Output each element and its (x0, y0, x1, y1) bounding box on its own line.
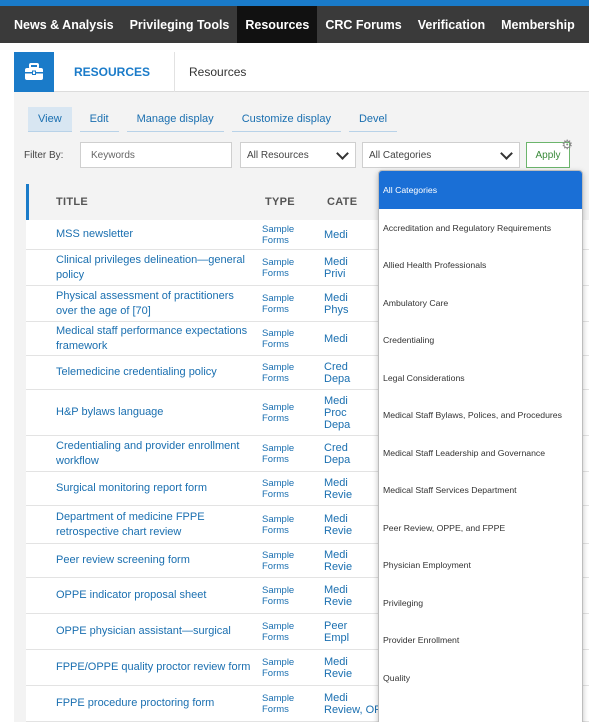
dropdown-option[interactable]: Ambulatory Care (379, 284, 582, 322)
tab-customize-display[interactable]: Customize display (231, 107, 341, 132)
row-type-link[interactable]: Sample Forms (262, 224, 324, 246)
resources-select-value: All Resources (247, 149, 309, 161)
tab-edit[interactable]: Edit (79, 107, 119, 132)
chevron-down-icon (336, 146, 349, 160)
row-type-link[interactable]: Sample Forms (262, 478, 324, 500)
row-title-link[interactable]: FPPE procedure proctoring form (26, 696, 262, 711)
category-dropdown: All Categories Accreditation and Regulato… (378, 170, 583, 722)
row-type-link[interactable]: Sample Forms (262, 657, 324, 679)
row-title-link[interactable]: OPPE indicator proposal sheet (26, 588, 262, 603)
row-type-link[interactable]: Sample Forms (262, 328, 324, 350)
keywords-placeholder: Keywords (91, 149, 135, 161)
dropdown-option[interactable]: Provider Enrollment (379, 622, 582, 660)
row-type-link[interactable]: Sample Forms (262, 550, 324, 572)
row-type-link[interactable]: Sample Forms (262, 402, 324, 424)
row-type-link[interactable]: Sample Forms (262, 362, 324, 384)
row-title-link[interactable]: Department of medicine FPPE retrospectiv… (26, 510, 262, 540)
keywords-input[interactable]: Keywords (80, 142, 232, 168)
chevron-down-icon (500, 146, 513, 160)
gear-icon[interactable]: ⚙ (561, 137, 573, 153)
nav-crc-forums[interactable]: CRC Forums (317, 6, 409, 43)
row-title-link[interactable]: FPPE/OPPE quality proctor review form (26, 660, 262, 675)
dropdown-option[interactable]: Quality (379, 659, 582, 697)
nav-verification[interactable]: Verification (410, 6, 493, 43)
row-title-link[interactable]: Credentialing and provider enrollment wo… (26, 439, 262, 469)
dropdown-option[interactable]: Peer Review, OPPE, and FPPE (379, 509, 582, 547)
nav-privileging-tools[interactable]: Privileging Tools (122, 6, 238, 43)
dropdown-option[interactable]: All Categories (379, 171, 582, 209)
resources-select[interactable]: All Resources (240, 142, 356, 168)
row-title-link[interactable]: Medical staff performance expectations f… (26, 324, 262, 354)
tab-manage-display[interactable]: Manage display (126, 107, 224, 132)
row-title-link[interactable]: H&P bylaws language (26, 405, 262, 420)
row-type-link[interactable]: Sample Forms (262, 585, 324, 607)
row-title-link[interactable]: OPPE physician assistant—surgical (26, 624, 262, 639)
row-title-link[interactable]: Peer review screening form (26, 553, 262, 568)
column-header-category[interactable]: CATE (327, 196, 357, 208)
row-type-link[interactable]: Sample Forms (262, 514, 324, 536)
row-title-link[interactable]: Clinical privileges delineation—general … (26, 253, 262, 283)
row-type-link[interactable]: Sample Forms (262, 257, 324, 279)
row-type-link[interactable]: Sample Forms (262, 293, 324, 315)
tab-devel[interactable]: Devel (348, 107, 398, 132)
dropdown-option[interactable]: Medical Staff Services Department (379, 472, 582, 510)
apply-button[interactable]: Apply ⚙ (526, 137, 573, 168)
top-nav: News & Analysis Privileging Tools Resour… (0, 0, 589, 43)
dropdown-option[interactable]: Physician Employment (379, 547, 582, 585)
dropdown-option[interactable]: Legal Considerations (379, 359, 582, 397)
categories-select-value: All Categories (369, 149, 432, 161)
nav-resources[interactable]: Resources (237, 6, 318, 43)
filter-label: Filter By: (24, 149, 64, 161)
dropdown-option[interactable]: Privileging (379, 584, 582, 622)
row-type-link[interactable]: Sample Forms (262, 443, 324, 465)
resource-header: RESOURCES Resources (14, 51, 589, 92)
view-tabs: View Edit Manage display Customize displ… (28, 107, 398, 132)
column-header-title[interactable]: TITLE (29, 196, 265, 208)
briefcase-icon (14, 51, 54, 92)
row-type-link[interactable]: Sample Forms (262, 693, 324, 715)
filter-bar: Filter By: Keywords All Resources All Ca… (14, 137, 589, 172)
breadcrumb: Resources (189, 64, 247, 79)
dropdown-option[interactable]: Accreditation and Regulatory Requirement… (379, 209, 582, 247)
row-title-link[interactable]: Surgical monitoring report form (26, 481, 262, 496)
categories-select[interactable]: All Categories (362, 142, 520, 168)
row-type-link[interactable]: Sample Forms (262, 621, 324, 643)
row-title-link[interactable]: Physical assessment of practitioners ove… (26, 289, 262, 319)
row-title-link[interactable]: Telemedicine credentialing policy (26, 365, 262, 380)
apply-label: Apply (535, 149, 561, 161)
nav-news-analysis[interactable]: News & Analysis (6, 6, 122, 43)
dropdown-option[interactable]: Allied Health Professionals (379, 247, 582, 285)
nav-membership[interactable]: Membership (493, 6, 583, 43)
resources-tab[interactable]: RESOURCES (74, 51, 176, 92)
dropdown-option[interactable]: Medical Staff Bylaws, Polices, and Proce… (379, 397, 582, 435)
dropdown-option[interactable]: Medical Staff Leadership and Governance (379, 434, 582, 472)
dropdown-option[interactable]: Credentialing (379, 322, 582, 360)
column-header-type[interactable]: TYPE (265, 196, 327, 208)
row-title-link[interactable]: MSS newsletter (26, 227, 262, 242)
tab-view[interactable]: View (28, 107, 72, 132)
